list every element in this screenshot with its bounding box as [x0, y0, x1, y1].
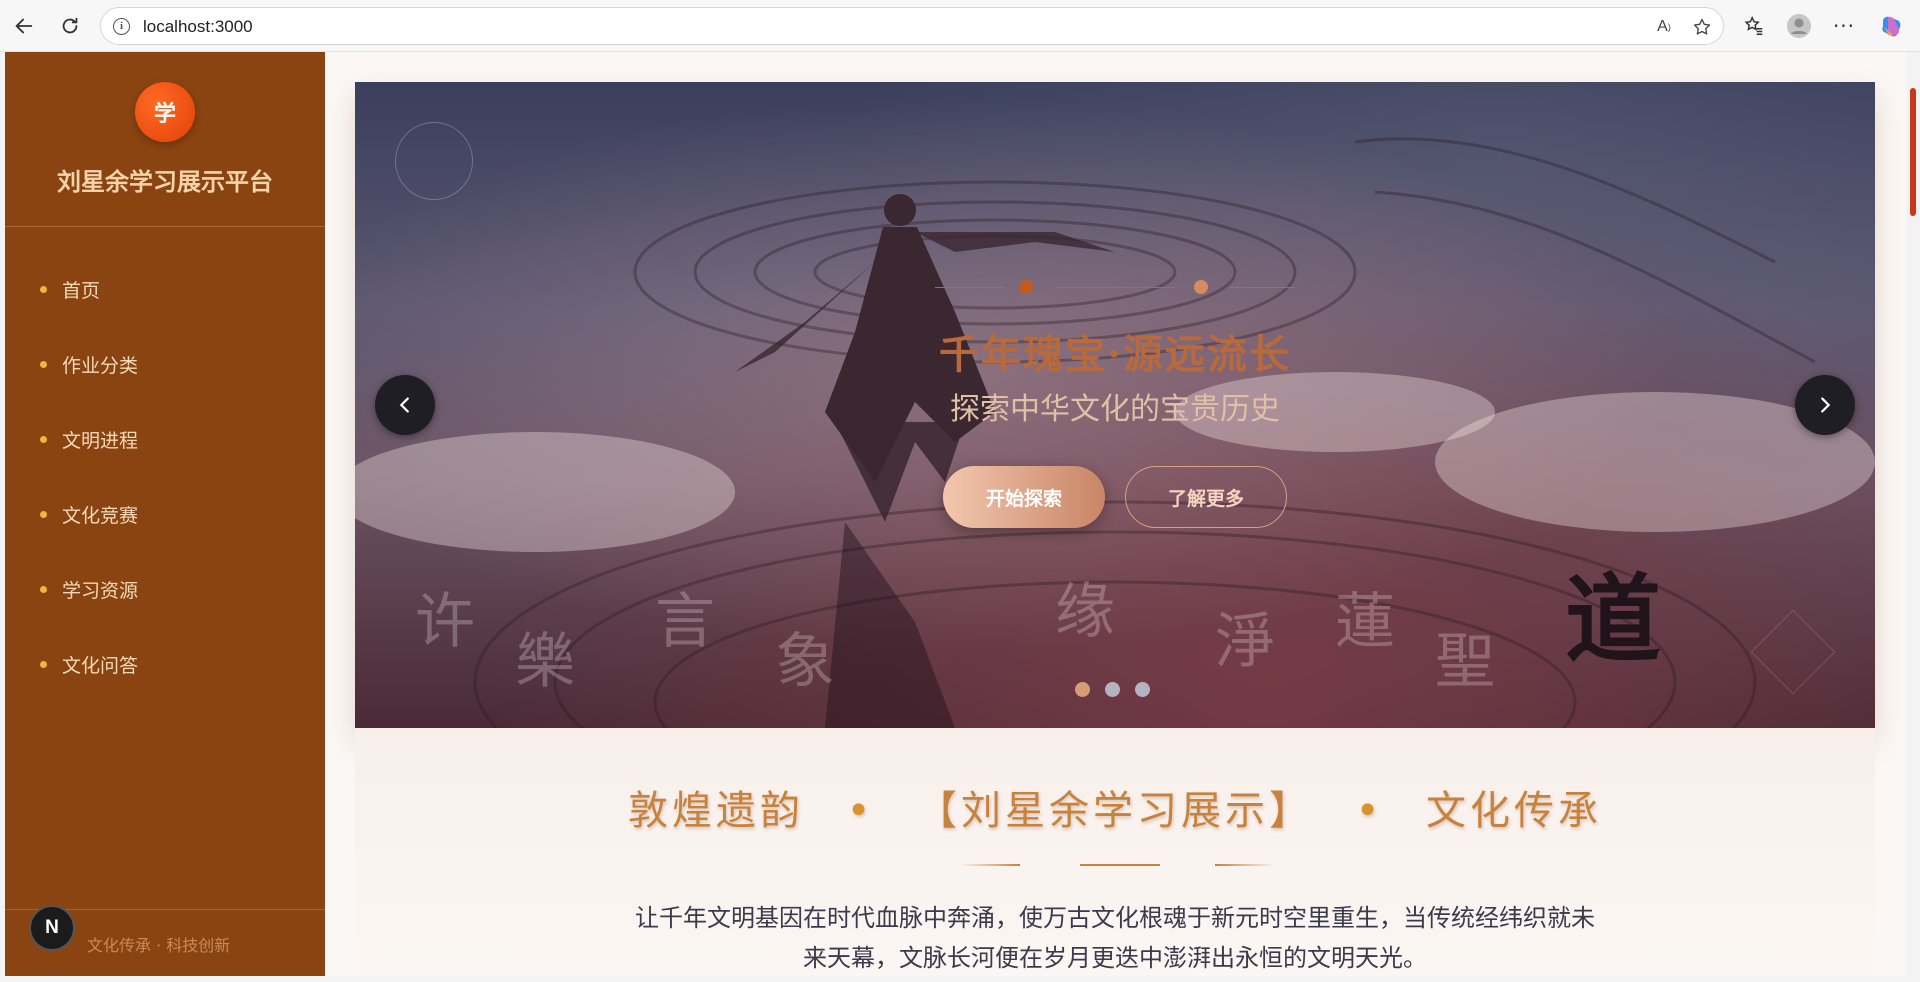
sidebar-item-home[interactable]: 首页 — [5, 252, 325, 327]
sidebar-item-label: 作业分类 — [62, 355, 139, 377]
deco-line — [935, 287, 1005, 288]
intro-title-part3: 文化传承 — [1426, 788, 1603, 834]
carousel-dot[interactable] — [1075, 682, 1090, 697]
svg-text:缘: 缘 — [1055, 577, 1115, 647]
hero-title: 千年瑰宝·源远流长 — [939, 331, 1291, 378]
bullet-dot-icon — [40, 511, 47, 518]
scrollbar-thumb[interactable] — [1910, 88, 1916, 216]
url-text[interactable]: localhost:3000 — [143, 17, 253, 37]
back-button[interactable] — [10, 12, 38, 40]
title-underline — [960, 864, 1020, 866]
sidebar-item-label: 文化问答 — [62, 655, 139, 677]
sidebar-divider — [5, 226, 325, 227]
page-scrollbar[interactable] — [1906, 52, 1920, 982]
sidebar: 学 刘星余学习展示平台 首页 作业分类 文明进程 文化竞赛 学习资源 文化问答 … — [5, 52, 325, 976]
intro-title-part1: 敦煌遗韵 — [627, 788, 804, 834]
sidebar-item-homework-categories[interactable]: 作业分类 — [5, 327, 325, 402]
bullet-dot-icon — [40, 661, 47, 668]
intro-paragraph: 让千年文明基因在时代血脉中奔涌，使万古文化根魂于新元时空里重生，当传统经纬织就未… — [635, 904, 1595, 972]
separator-dot-icon: • — [846, 788, 875, 834]
svg-text:蓮: 蓮 — [1335, 587, 1395, 657]
sidebar-item-civilization[interactable]: 文明进程 — [5, 402, 325, 477]
bullet-dot-icon — [40, 361, 47, 368]
sidebar-footer-text: 文化传承 · 科技创新 — [87, 936, 231, 955]
chevron-right-icon — [1821, 397, 1831, 413]
intro-section: 敦煌遗韵 • 【刘星余学习展示】 • 文化传承 让千年文明基因在时代血脉中奔涌，… — [355, 728, 1875, 976]
favorites-icon[interactable] — [1740, 12, 1768, 40]
reload-button[interactable] — [56, 12, 84, 40]
deco-dot-icon — [1194, 280, 1208, 294]
sidebar-menu: 首页 作业分类 文明进程 文化竞赛 学习资源 文化问答 — [5, 252, 325, 702]
svg-text:淨: 淨 — [1215, 607, 1275, 677]
title-underline — [1080, 864, 1160, 866]
bullet-dot-icon — [40, 436, 47, 443]
intro-title: 敦煌遗韵 • 【刘星余学习展示】 • 文化传承 — [355, 778, 1875, 836]
bullet-dot-icon — [40, 586, 47, 593]
chevron-left-icon — [399, 397, 409, 413]
address-bar[interactable]: i localhost:3000 A) — [100, 7, 1724, 45]
svg-text:聖: 聖 — [1435, 627, 1495, 697]
deco-line — [1055, 287, 1175, 288]
hero-subtitle: 探索中华文化的宝贵历史 — [950, 392, 1280, 427]
page-content: 学 刘星余学习展示平台 首页 作业分类 文明进程 文化竞赛 学习资源 文化问答 … — [5, 52, 1906, 976]
site-info-icon[interactable]: i — [113, 18, 130, 35]
profile-avatar-icon[interactable] — [1785, 12, 1813, 40]
bullet-dot-icon — [40, 286, 47, 293]
sidebar-item-competition[interactable]: 文化竞赛 — [5, 477, 325, 552]
hero-carousel: 许 樂 言 象 缘 淨 蓮 聖 道 千年瑰宝·源远流长 探索中华文化的宝贵历史 … — [355, 82, 1875, 728]
svg-text:许: 许 — [415, 587, 475, 657]
intro-title-part2: 【刘星余学习展示】 — [917, 788, 1313, 834]
read-aloud-icon[interactable]: A) — [1653, 16, 1675, 38]
sidebar-item-label: 学习资源 — [62, 580, 139, 602]
logo[interactable]: 学 — [135, 82, 195, 142]
sidebar-item-resources[interactable]: 学习资源 — [5, 552, 325, 627]
learn-more-button[interactable]: 了解更多 — [1125, 466, 1287, 528]
sidebar-item-label: 首页 — [62, 280, 101, 302]
carousel-indicators — [1075, 682, 1150, 697]
deco-dot-icon — [1019, 280, 1033, 294]
sidebar-item-label: 文明进程 — [62, 430, 139, 452]
carousel-dot[interactable] — [1105, 682, 1120, 697]
copilot-icon[interactable] — [1878, 12, 1906, 40]
sidebar-item-qa[interactable]: 文化问答 — [5, 627, 325, 702]
sidebar-item-label: 文化竞赛 — [62, 505, 139, 527]
nextjs-badge-icon[interactable]: N — [29, 905, 75, 951]
title-underline — [1215, 864, 1275, 866]
more-options-icon[interactable]: ··· — [1830, 12, 1858, 40]
svg-text:言: 言 — [655, 587, 715, 657]
carousel-dot[interactable] — [1135, 682, 1150, 697]
start-explore-button[interactable]: 开始探索 — [943, 466, 1105, 528]
browser-toolbar: i localhost:3000 A) ··· — [0, 0, 1920, 52]
favorite-star-icon[interactable] — [1691, 16, 1713, 38]
svg-text:樂: 樂 — [515, 627, 575, 697]
svg-text:象: 象 — [775, 627, 835, 697]
prev-slide-button[interactable] — [375, 375, 435, 435]
calligraphy-character: 道 — [1565, 563, 1661, 676]
next-slide-button[interactable] — [1795, 375, 1855, 435]
site-title: 刘星余学习展示平台 — [57, 168, 273, 196]
reload-icon — [62, 17, 78, 34]
separator-dot-icon: • — [1355, 788, 1384, 834]
decorative-circle — [395, 122, 473, 200]
deco-line — [1230, 287, 1295, 288]
back-arrow-icon — [15, 18, 33, 34]
